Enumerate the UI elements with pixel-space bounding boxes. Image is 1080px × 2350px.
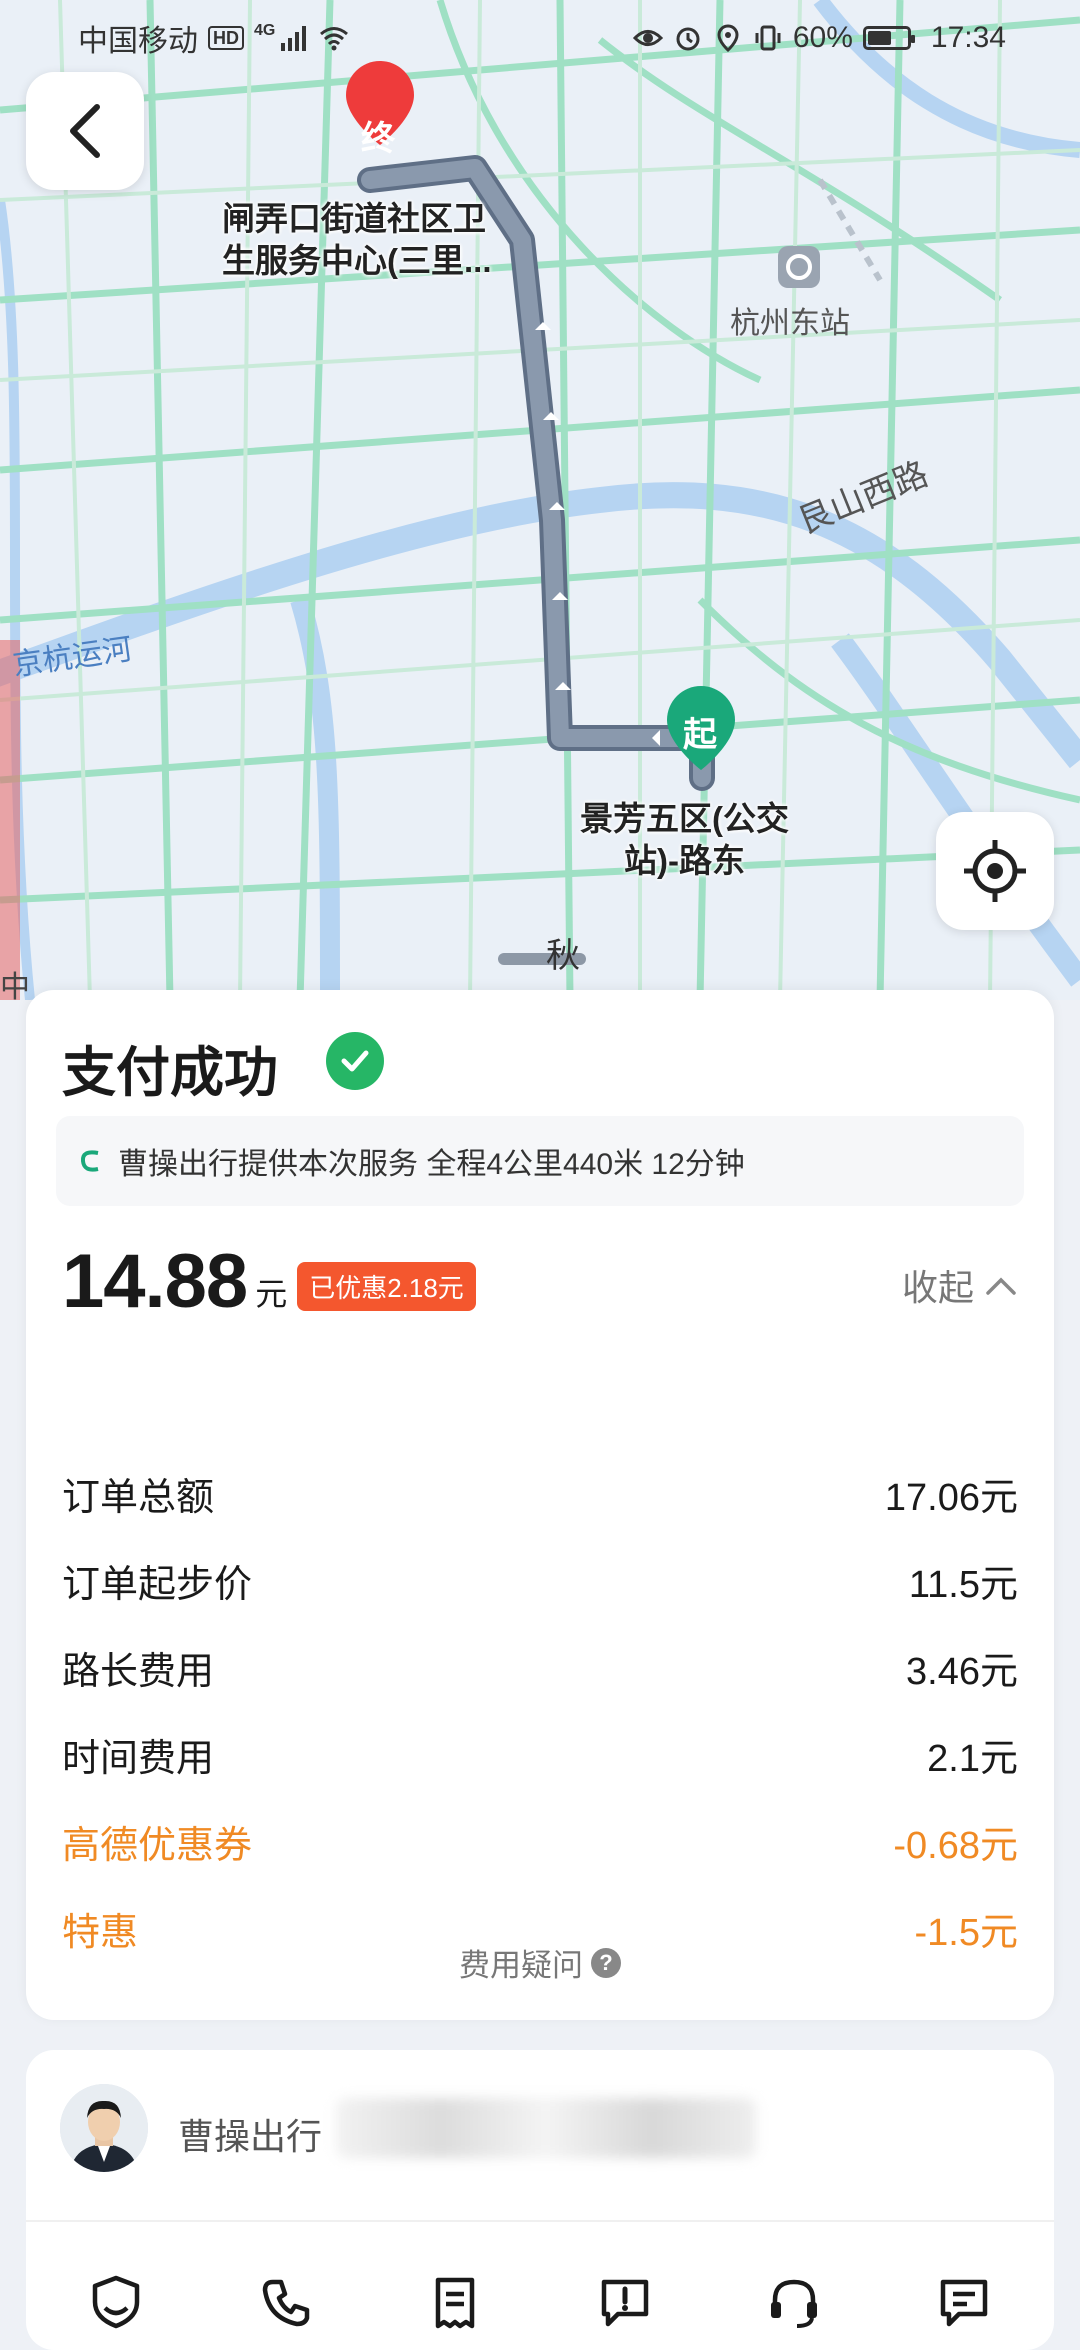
fee-value: 2.1元: [927, 1737, 1018, 1780]
origin-line-1: 景芳五区(公交: [580, 800, 789, 837]
fee-label: 高德优惠券: [62, 1824, 253, 1867]
fee-value: 11.5元: [908, 1563, 1018, 1606]
fee-question-label: 费用疑问: [459, 1948, 583, 1983]
collapse-label: 收起: [901, 1267, 974, 1308]
service-info-box: 曹操出行提供本次服务 全程4公里440米 12分钟: [56, 1116, 1024, 1206]
start-marker-text: 起: [683, 716, 717, 754]
fee-line: 时间费用 2.1元: [62, 1711, 1018, 1797]
driver-avatar[interactable]: [60, 2084, 148, 2172]
location-icon: [717, 24, 739, 53]
safety-shield-icon[interactable]: [86, 2272, 146, 2332]
status-bar: 中国移动 HD 4G 60% 17:34: [0, 0, 1080, 76]
fee-label: 时间费用: [62, 1737, 215, 1780]
action-toolbar: [86, 2272, 994, 2332]
battery-percent: 60%: [792, 21, 853, 54]
phone-icon[interactable]: [256, 2272, 316, 2332]
left-edge-char: 中: [0, 971, 30, 1000]
left-edge-label: 中 河高架: [0, 970, 30, 1000]
wifi-icon: [320, 27, 349, 51]
fee-line: 订单总额 17.06元: [62, 1450, 1018, 1536]
price-unit: 元: [255, 1276, 288, 1312]
destination-label: 闸弄口街道社区卫 生服务中心(三里...: [222, 198, 492, 282]
origin-line-2: 站)-路东: [624, 842, 745, 879]
battery-fill: [867, 31, 891, 45]
service-info-text: 曹操出行提供本次服务 全程4公里440米 12分钟: [118, 1148, 745, 1181]
customer-service-icon[interactable]: [764, 2272, 824, 2332]
end-marker-text: 终: [361, 120, 395, 158]
fee-line: 高德优惠券 -0.68元: [62, 1798, 1018, 1884]
receipt-icon[interactable]: [425, 2272, 485, 2332]
driver-company: 曹操出行: [178, 2116, 323, 2157]
fee-question-link[interactable]: 费用疑问 ?: [26, 1940, 1054, 1985]
driver-card: 曹操出行: [26, 2050, 1054, 2350]
eye-icon: [632, 30, 663, 46]
question-icon: ?: [591, 1947, 621, 1978]
alarm-icon: [676, 27, 700, 51]
destination-line-2: 生服务中心(三里...: [222, 242, 492, 279]
chevron-up-icon: [986, 1277, 1016, 1295]
carrier: 中国移动: [78, 25, 198, 58]
clock: 17:34: [930, 21, 1006, 54]
station-label: 杭州东站: [730, 307, 850, 340]
destination-line-1: 闸弄口街道社区卫: [222, 200, 486, 237]
network-type: 4G: [254, 22, 276, 39]
status-left: 中国移动 HD 4G: [78, 16, 349, 60]
fee-line: 订单起步价 11.5元: [62, 1537, 1018, 1623]
fee-line: 路长费用 3.46元: [62, 1624, 1018, 1710]
route-map[interactable]: 终 起 闸弄口街道社区卫 生服务中心(三里... 景芳五区(公交 站)-路东 杭…: [0, 0, 1080, 1000]
report-icon[interactable]: [595, 2272, 655, 2332]
total-price: 14.88: [62, 1238, 248, 1324]
payment-title: 支付成功: [62, 1043, 278, 1103]
signal-icon: [281, 26, 307, 51]
crosshair-icon: [964, 840, 1026, 902]
fee-label: 订单起步价: [62, 1563, 253, 1606]
price-row: 14.88 元 已优惠2.18元 收起: [62, 1226, 1018, 1336]
vibrate-icon: [755, 25, 781, 51]
collapse-button[interactable]: 收起: [902, 1259, 1018, 1311]
fee-label: 订单总额: [62, 1476, 215, 1519]
check-circle-icon: [326, 1032, 384, 1090]
back-button[interactable]: [26, 72, 144, 190]
map-background: [0, 0, 1080, 1000]
battery-icon: [862, 26, 915, 50]
status-right: 60% 17:34: [632, 21, 1006, 55]
hd-badge: HD: [208, 26, 244, 50]
redacted-driver-info: [336, 2098, 756, 2158]
fee-value: -0.68元: [893, 1824, 1018, 1867]
chevron-left-icon: [70, 104, 100, 158]
payment-card: 支付成功 曹操出行提供本次服务 全程4公里440米 12分钟 14.88 元 已…: [26, 990, 1054, 2020]
divider: [26, 2220, 1054, 2222]
qiu-label: 秋: [546, 937, 580, 975]
discount-badge: 已优惠2.18元: [297, 1261, 476, 1311]
provider-logo-icon: [80, 1150, 99, 1172]
fee-label: 路长费用: [62, 1650, 215, 1693]
message-icon[interactable]: [934, 2272, 994, 2332]
locate-button[interactable]: [936, 812, 1054, 930]
fee-value: 17.06元: [884, 1476, 1018, 1519]
fee-value: 3.46元: [906, 1650, 1018, 1693]
origin-label: 景芳五区(公交 站)-路东: [580, 798, 789, 882]
